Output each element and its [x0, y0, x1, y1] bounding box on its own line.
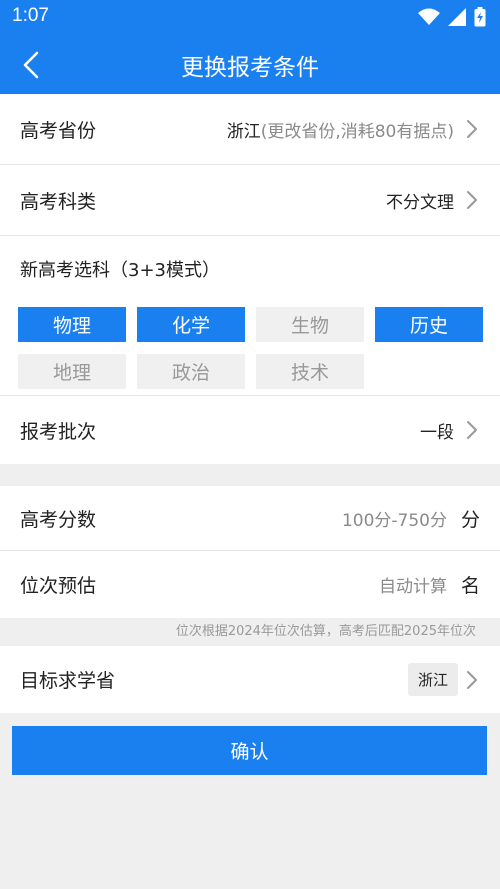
confirm-button[interactable]: 确认 [12, 726, 487, 775]
nav-bar: 更换报考条件 [0, 34, 500, 94]
status-bar: 1:07 [0, 0, 500, 34]
subject-physics[interactable]: 物理 [18, 307, 126, 342]
target-province-chip[interactable]: 浙江 [407, 663, 458, 696]
subject-politics[interactable]: 政治 [137, 354, 245, 389]
category-value-group: 不分文理 [386, 188, 480, 213]
category-row[interactable]: 高考科类 不分文理 [0, 165, 500, 235]
score-label: 高考分数 [20, 508, 97, 531]
category-label: 高考科类 [20, 190, 97, 213]
province-cost-note: (更改省份,消耗80有据点) [260, 121, 454, 142]
subject-geography[interactable]: 地理 [18, 354, 126, 389]
province-row[interactable]: 高考省份 浙江 (更改省份,消耗80有据点) [0, 94, 500, 164]
chevron-right-icon [467, 421, 477, 439]
rank-hint: 位次根据2024年位次估算，高考后匹配2025年位次 [0, 618, 500, 646]
rank-value-group: 自动计算 名 [379, 571, 480, 598]
target-province-row[interactable]: 目标求学省 浙江 [0, 646, 500, 713]
target-province-label: 目标求学省 [20, 670, 116, 692]
rank-unit: 名 [460, 575, 480, 597]
subject-chemistry[interactable]: 化学 [137, 307, 245, 342]
rank-label: 位次预估 [20, 575, 97, 597]
subject-biology[interactable]: 生物 [256, 307, 364, 342]
category-value: 不分文理 [386, 192, 454, 213]
province-value-group: 浙江 (更改省份,消耗80有据点) [227, 117, 480, 142]
province-label: 高考省份 [20, 119, 97, 142]
rank-estimate: 自动计算 [378, 577, 447, 597]
status-icons [418, 7, 486, 27]
battery-icon [474, 7, 486, 27]
subjects-label: 新高考选科（3+3模式） [20, 260, 220, 281]
batch-value: 一段 [420, 422, 454, 443]
rank-row: 位次预估 自动计算 名 [0, 551, 500, 618]
wifi-icon [418, 8, 440, 25]
status-time: 1:07 [12, 5, 49, 26]
score-row: 高考分数 100分-750分 分 [0, 486, 500, 550]
subject-technology[interactable]: 技术 [256, 354, 364, 389]
batch-label: 报考批次 [20, 420, 97, 443]
signal-icon [448, 8, 466, 26]
chevron-right-icon [467, 120, 477, 138]
score-unit: 分 [460, 508, 480, 531]
chevron-right-icon [467, 191, 477, 209]
subject-history[interactable]: 历史 [375, 307, 483, 342]
target-province-value-group: 浙江 [407, 663, 480, 696]
score-input[interactable]: 100分-750分 [342, 506, 447, 531]
batch-row[interactable]: 报考批次 一段 [0, 396, 500, 464]
chevron-right-icon [467, 670, 477, 689]
score-input-group: 100分-750分 分 [342, 505, 480, 532]
batch-value-group: 一段 [420, 418, 480, 443]
province-value: 浙江 [226, 121, 261, 142]
page-title: 更换报考条件 [181, 55, 319, 81]
